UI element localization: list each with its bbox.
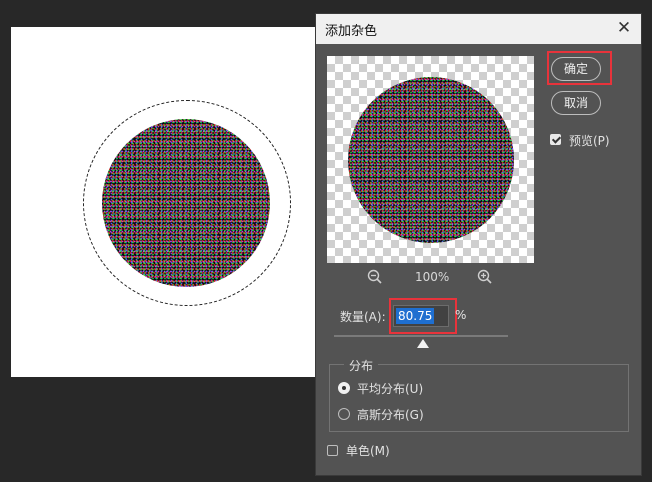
dialog-titlebar: 添加杂色 ✕ (316, 14, 641, 44)
monochromatic-label: 单色(M) (346, 444, 390, 458)
amount-slider-thumb[interactable] (417, 339, 429, 348)
preview-noise-circle (348, 77, 514, 243)
monochromatic-checkbox[interactable] (327, 445, 338, 456)
preview-label: 预览(P) (569, 134, 610, 148)
cancel-button[interactable]: 取消 (551, 91, 601, 115)
document-canvas[interactable] (11, 27, 317, 377)
add-noise-dialog: 添加杂色 ✕ 100% 确定 取消 预览(P) 数量(A): 80.75 % 分… (315, 13, 642, 476)
dialog-title: 添加杂色 (325, 24, 378, 39)
ok-button[interactable]: 确定 (551, 57, 601, 81)
zoom-out-icon[interactable] (366, 268, 384, 286)
close-icon[interactable]: ✕ (615, 18, 633, 38)
zoom-in-icon[interactable] (476, 268, 494, 286)
preview-pane[interactable] (327, 56, 534, 263)
amount-slider-track[interactable] (334, 335, 508, 337)
distribution-title: 分布 (344, 357, 379, 374)
uniform-label: 平均分布(U) (357, 382, 424, 396)
gaussian-radio[interactable] (338, 408, 350, 420)
amount-unit: % (455, 308, 467, 322)
uniform-radio[interactable] (338, 382, 350, 394)
zoom-level: 100% (415, 270, 450, 284)
zoom-controls: 100% (366, 268, 496, 288)
noise-circle-layer (102, 119, 270, 287)
preview-checkbox[interactable] (550, 134, 561, 145)
amount-value: 80.75 (396, 308, 435, 324)
amount-input[interactable]: 80.75 (393, 305, 449, 327)
amount-label: 数量(A): (340, 310, 386, 324)
gaussian-label: 高斯分布(G) (357, 408, 424, 422)
